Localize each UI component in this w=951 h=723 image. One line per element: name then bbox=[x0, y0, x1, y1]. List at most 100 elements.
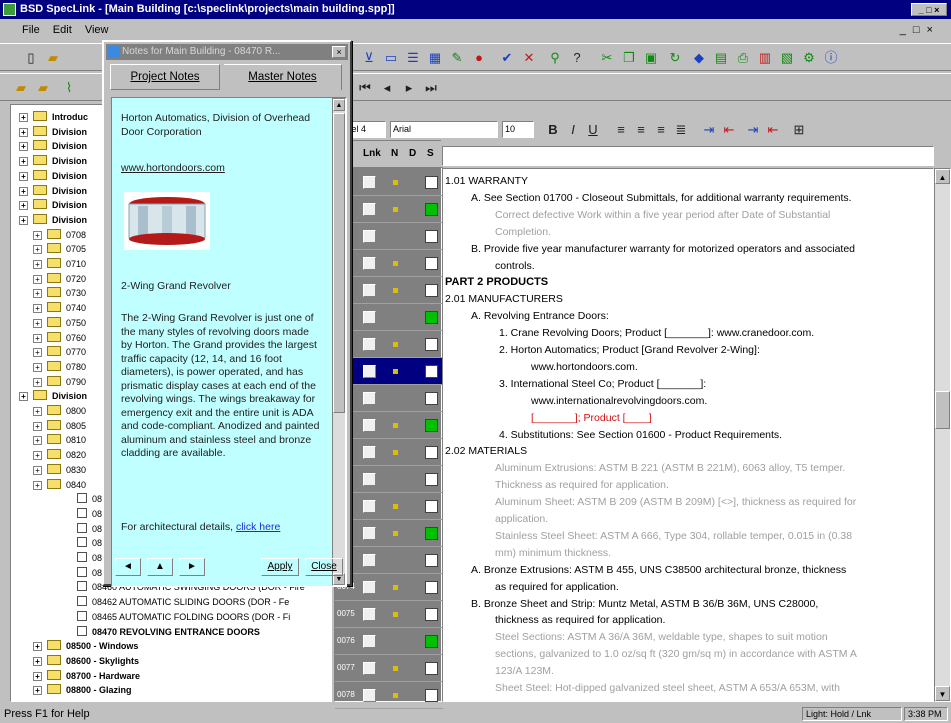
outdent-icon[interactable]: ⇤ bbox=[720, 121, 738, 139]
next-note-button[interactable]: ► bbox=[179, 558, 205, 576]
expand-icon[interactable]: + bbox=[33, 465, 42, 475]
expand-icon[interactable]: + bbox=[33, 304, 42, 314]
expand-icon[interactable]: + bbox=[33, 333, 42, 343]
underline-button[interactable]: U bbox=[584, 121, 602, 139]
select-checkbox[interactable] bbox=[425, 446, 438, 459]
grid-row[interactable]: 0075 bbox=[335, 601, 443, 628]
menu-file[interactable]: File bbox=[22, 24, 40, 36]
view-grid-icon[interactable]: ▦ bbox=[426, 49, 444, 67]
expand-icon[interactable]: + bbox=[33, 642, 42, 652]
spec-paragraph[interactable]: Stainless Steel Sheet: ASTM A 666, Type … bbox=[495, 530, 852, 543]
tree-item[interactable]: +0830 bbox=[33, 463, 86, 476]
tree-item[interactable]: +0740 bbox=[33, 302, 86, 314]
tree-item[interactable]: +0710 bbox=[33, 258, 86, 270]
select-checkbox[interactable] bbox=[425, 176, 438, 189]
font-select[interactable]: Arial bbox=[390, 121, 498, 138]
stop-icon[interactable]: ● bbox=[470, 49, 488, 67]
link-cell-icon[interactable] bbox=[363, 554, 376, 567]
tree-item[interactable]: +0840 bbox=[33, 478, 86, 491]
refresh-icon[interactable]: ↻ bbox=[666, 49, 684, 67]
expand-icon[interactable]: + bbox=[19, 201, 28, 211]
expand-icon[interactable]: + bbox=[19, 392, 28, 402]
tree-item[interactable]: + Division bbox=[19, 140, 87, 152]
spec-paragraph[interactable]: 4. Substitutions: See Section 01600 - Pr… bbox=[499, 429, 782, 442]
grid-row[interactable]: 0077 bbox=[335, 655, 443, 682]
tree-item[interactable]: +0708 bbox=[33, 228, 86, 241]
tree-item[interactable]: +0730 bbox=[33, 287, 86, 299]
part-heading[interactable]: PART 2 PRODUCTS bbox=[445, 276, 548, 289]
article-heading[interactable]: 2.02 MATERIALS bbox=[445, 445, 527, 458]
open-folder-icon[interactable]: ▰ bbox=[44, 49, 62, 67]
link-cell-icon[interactable] bbox=[363, 419, 376, 432]
tree-item[interactable]: +08500 - Windows bbox=[33, 640, 138, 652]
notes-link[interactable]: www.hortondoors.com bbox=[121, 162, 321, 176]
filter-icon[interactable]: ⊻ bbox=[360, 49, 378, 67]
document-editor[interactable]: 1.01 WARRANTY A. See Section 01700 - Clos… bbox=[442, 168, 934, 702]
link-cell-icon[interactable] bbox=[363, 473, 376, 486]
expand-icon[interactable]: + bbox=[33, 671, 42, 681]
tree-item[interactable]: 08462 AUTOMATIC SLIDING DOORS (DOR - Fe bbox=[77, 596, 289, 608]
info-icon[interactable]: ⓘ bbox=[822, 49, 840, 67]
menu-view[interactable]: View bbox=[85, 24, 109, 36]
scroll-up-icon[interactable]: ▲ bbox=[935, 169, 950, 184]
tree-item[interactable]: +0790 bbox=[33, 375, 86, 388]
select-checkbox[interactable] bbox=[425, 284, 438, 297]
close-icon[interactable]: × bbox=[332, 46, 346, 58]
select-checkbox[interactable] bbox=[425, 419, 438, 432]
expand-icon[interactable]: + bbox=[33, 245, 42, 255]
tree-item[interactable]: 08470 REVOLVING ENTRANCE DOORS bbox=[77, 625, 260, 638]
prev-record-icon[interactable]: ◂ bbox=[378, 79, 396, 97]
link-icon[interactable]: ✎ bbox=[448, 49, 466, 67]
spec-paragraph[interactable]: 123/A 123M. bbox=[495, 665, 554, 678]
link-cell-icon[interactable] bbox=[363, 365, 376, 378]
link-cell-icon[interactable] bbox=[363, 338, 376, 351]
spec-paragraph[interactable]: A. See Section 01700 - Closeout Submitta… bbox=[471, 192, 852, 205]
vertical-scrollbar[interactable]: ▲ ▼ bbox=[934, 168, 951, 702]
window-controls[interactable]: _ □ × bbox=[911, 3, 947, 16]
print-icon[interactable]: ⎙ bbox=[734, 49, 752, 67]
tree-item[interactable]: +0820 bbox=[33, 449, 86, 461]
expand-icon[interactable]: + bbox=[33, 656, 42, 666]
details-link[interactable]: click here bbox=[236, 521, 280, 533]
link-cell-icon[interactable] bbox=[363, 446, 376, 459]
link-cell-icon[interactable] bbox=[363, 608, 376, 621]
select-checkbox[interactable] bbox=[425, 500, 438, 513]
tree-item[interactable]: +0770 bbox=[33, 346, 86, 358]
cut-icon[interactable]: ✂ bbox=[598, 49, 616, 67]
align-left-icon[interactable]: ≡ bbox=[612, 121, 630, 139]
tab-master-notes[interactable]: Master Notes bbox=[224, 64, 342, 90]
tree-expand-icon[interactable]: ▰ bbox=[12, 79, 30, 97]
link-cell-icon[interactable] bbox=[363, 284, 376, 297]
select-checkbox[interactable] bbox=[425, 257, 438, 270]
tree-collapse-icon[interactable]: ▰ bbox=[34, 79, 52, 97]
expand-icon[interactable]: + bbox=[19, 113, 28, 122]
grid-row[interactable]: 0076 bbox=[335, 628, 443, 655]
spec-paragraph[interactable]: [_______]; Product [____] bbox=[531, 412, 652, 425]
tree-item[interactable]: +0720 bbox=[33, 272, 86, 285]
select-checkbox[interactable] bbox=[425, 689, 438, 702]
indent-icon[interactable]: ⇥ bbox=[700, 121, 718, 139]
expand-icon[interactable]: + bbox=[33, 421, 42, 431]
delete-icon[interactable]: ✕ bbox=[520, 49, 538, 67]
view-list-icon[interactable]: ☰ bbox=[404, 49, 422, 67]
spec-paragraph[interactable]: Thickness as required for application. bbox=[495, 479, 669, 492]
mdi-controls[interactable]: _ □ × bbox=[900, 19, 935, 41]
spec-paragraph[interactable]: A. Revolving Entrance Doors: bbox=[471, 310, 609, 323]
justify-icon[interactable]: ≣ bbox=[672, 121, 690, 139]
expand-icon[interactable]: + bbox=[33, 480, 42, 490]
expand-icon[interactable]: + bbox=[33, 260, 42, 269]
spec-paragraph[interactable]: Steel Sections: ASTM A 36/A 36M, weldabl… bbox=[495, 631, 828, 644]
expand-icon[interactable]: + bbox=[33, 274, 42, 284]
tree-item[interactable]: + Division bbox=[19, 184, 87, 197]
report-icon[interactable]: ▥ bbox=[756, 49, 774, 67]
spec-paragraph[interactable]: Correct defective Work within a five yea… bbox=[495, 209, 830, 222]
view-page-icon[interactable]: ▭ bbox=[382, 49, 400, 67]
prev-note-button[interactable]: ◄ bbox=[115, 558, 141, 576]
select-checkbox[interactable] bbox=[425, 581, 438, 594]
notes-window[interactable]: Notes for Main Building - 08470 R... × P… bbox=[102, 40, 352, 587]
up-note-button[interactable]: ▲ bbox=[147, 558, 173, 576]
last-record-icon[interactable]: ⏭ bbox=[422, 79, 440, 97]
spec-paragraph[interactable]: Aluminum Sheet: ASTM B 209 (ASTM B 209M)… bbox=[495, 496, 856, 509]
select-checkbox[interactable] bbox=[425, 392, 438, 405]
link-cell-icon[interactable] bbox=[363, 635, 376, 648]
